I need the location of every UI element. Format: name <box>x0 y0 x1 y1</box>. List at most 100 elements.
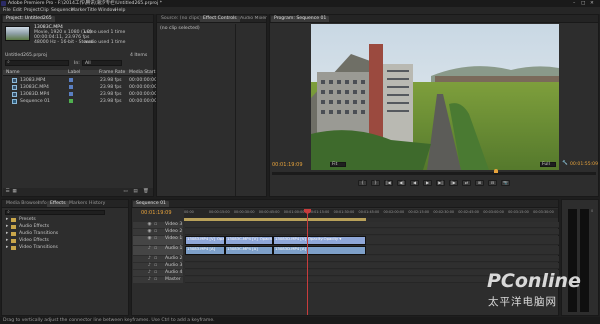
in-select[interactable]: All <box>82 60 122 66</box>
list-view-icon[interactable]: ☰ <box>5 189 10 194</box>
project-item-row[interactable]: 13083C.MP4 23.98 fps 00:00:00:00 <box>3 84 157 91</box>
video-clip[interactable]: 13083C.MP4 [V]Opacity:Opacity ▾ <box>225 236 273 245</box>
effects-folder[interactable]: ▸ Presets <box>6 216 124 223</box>
col-label[interactable]: Label <box>68 70 80 76</box>
new-bin-icon[interactable]: ▭ <box>123 189 128 194</box>
opacity-menu[interactable]: Opacity:Opacity ▾ <box>308 237 341 241</box>
go-to-end-button[interactable]: |▶ <box>449 180 458 186</box>
track-lane[interactable] <box>185 263 559 269</box>
expand-triangle-icon[interactable]: ▸ <box>6 230 8 237</box>
menu-window[interactable]: Window <box>98 7 116 14</box>
go-to-in-button[interactable]: |◀ <box>384 180 393 186</box>
expand-triangle-icon[interactable]: ▸ <box>6 244 8 251</box>
effects-folder[interactable]: ▸ Audio Transitions <box>6 230 124 237</box>
speaker-icon[interactable]: ♪ <box>147 246 152 251</box>
opacity-menu[interactable]: Opacity:Opacity ▾ <box>260 237 272 241</box>
lock-icon[interactable]: ▫ <box>153 263 158 268</box>
minimize-button[interactable]: – <box>573 0 575 7</box>
menu-file[interactable]: File <box>3 7 11 14</box>
speaker-icon[interactable]: ♪ <box>147 277 152 282</box>
audio-clip[interactable]: 13083C.MP4 [A] <box>225 246 273 255</box>
mark-out-button[interactable]: } <box>371 180 380 186</box>
effects-folder[interactable]: ▸ Video Transitions <box>6 244 124 251</box>
camera-button[interactable]: 📷 <box>501 180 510 186</box>
speaker-icon[interactable]: ♪ <box>147 256 152 261</box>
speaker-icon[interactable]: ♪ <box>147 263 152 268</box>
icon-view-icon[interactable]: ▦ <box>12 189 17 194</box>
col-frame-rate[interactable]: Frame Rate <box>99 70 125 76</box>
time-ruler[interactable]: 00:00 00:00:15:00 00:00:30:00 00:00:45:00 00… <box>184 209 558 218</box>
loop-button[interactable]: ⇄ <box>462 180 471 186</box>
track-header[interactable]: ♪ ▫ Audio 4 <box>133 270 183 276</box>
track-lane[interactable] <box>185 229 559 235</box>
tab-project[interactable]: Project: Untitled265 <box>3 16 55 22</box>
work-area-bar[interactable] <box>184 218 366 221</box>
eye-icon[interactable]: ◉ <box>147 222 152 227</box>
export-frame-button[interactable]: ⊟ <box>488 180 497 186</box>
trash-icon[interactable]: 🗑 <box>143 189 149 194</box>
audio-clip[interactable]: 13083.MP4 [A] <box>185 246 225 255</box>
timeline-playhead-line[interactable] <box>307 209 308 315</box>
track-header[interactable]: ♪ ▫ Audio 2 <box>133 256 183 262</box>
search-field[interactable]: ⌕ <box>5 60 69 66</box>
menu-help[interactable]: Help <box>115 7 125 14</box>
tab-effect-controls[interactable]: Effect Controls <box>200 16 240 22</box>
expand-triangle-icon[interactable]: ▸ <box>6 216 8 223</box>
track-lane[interactable] <box>185 256 559 262</box>
track-header[interactable]: ◉ ▫ Video 1 <box>133 236 183 245</box>
lock-icon[interactable]: ▫ <box>153 222 158 227</box>
project-item-row[interactable]: Sequence 01 23.98 fps 00:00:00:00 <box>3 98 157 105</box>
project-item-row[interactable]: 13083.MP4 23.98 fps 00:00:00:00 <box>3 77 157 84</box>
track-header[interactable]: ♪ ▫ Audio 3 <box>133 263 183 269</box>
col-media-start[interactable]: Media Start <box>129 70 155 76</box>
lock-icon[interactable]: ▫ <box>153 246 158 251</box>
track-header[interactable]: ♪ ▫ Audio 1 <box>133 246 183 255</box>
go-to-out-button[interactable]: ◀| <box>397 180 406 186</box>
effects-search[interactable]: ⌕ <box>5 210 105 215</box>
track-lane[interactable]: 13083.MP4 [V]Opacity:Opacity ▾13083C.MP4… <box>185 236 559 245</box>
close-button[interactable]: ✕ <box>590 0 594 7</box>
lock-icon[interactable]: ▫ <box>153 229 158 234</box>
speaker-icon[interactable]: ♪ <box>147 270 152 275</box>
fit-select[interactable]: Fit <box>330 162 346 167</box>
tab-audio-mixer[interactable]: Audio Mixer: Seq <box>237 16 267 22</box>
step-back-button[interactable]: ◀ <box>410 180 419 186</box>
quality-select[interactable]: Full <box>540 162 556 167</box>
tab-history[interactable]: History <box>86 201 108 207</box>
tab-sequence[interactable]: Sequence 01 <box>133 201 169 207</box>
video-clip[interactable]: 13083D.MP4 [V] Opacity:Opacity ▾ <box>273 236 366 245</box>
mark-in-button[interactable]: { <box>358 180 367 186</box>
program-timecode[interactable]: 00:01:19:09 <box>272 162 303 168</box>
video-clip[interactable]: 13083.MP4 [V]Opacity:Opacity ▾ <box>185 236 225 245</box>
expand-triangle-icon[interactable]: ▸ <box>6 237 8 244</box>
timeline-timecode[interactable]: 00:01:19:09 <box>141 210 172 216</box>
track-header[interactable]: ◉ ▫ Video 2 <box>133 229 183 235</box>
audio-clip[interactable]: 13083D.MP4 [A] <box>273 246 366 255</box>
eye-icon[interactable]: ◉ <box>147 236 152 241</box>
project-item-row[interactable]: 13083D.MP4 23.98 fps 00:00:00:00 <box>3 91 157 98</box>
menu-project[interactable]: Project <box>24 7 40 14</box>
menu-clip[interactable]: Clip <box>40 7 49 14</box>
wrench-icon[interactable]: 🔧 <box>562 161 568 166</box>
effects-folder[interactable]: ▸ Audio Effects <box>6 223 124 230</box>
play-button[interactable]: ▶ <box>423 180 432 186</box>
menu-marker[interactable]: Marker <box>71 7 87 14</box>
track-lane[interactable]: 13083.MP4 [A] 13083C.MP4 [A] 13083D.MP4 [A… <box>185 246 559 255</box>
col-name[interactable]: Name <box>6 70 20 76</box>
new-item-icon[interactable]: ▤ <box>133 189 138 194</box>
menu-title[interactable]: Title <box>87 7 97 14</box>
program-playhead[interactable] <box>493 169 498 173</box>
lock-icon[interactable]: ▫ <box>153 236 158 241</box>
expand-triangle-icon[interactable]: ▸ <box>6 223 8 230</box>
track-header[interactable]: ◉ ▫ Video 3 <box>133 222 183 228</box>
opacity-menu[interactable]: Opacity:Opacity ▾ <box>217 237 224 241</box>
track-lane[interactable] <box>185 222 559 228</box>
eye-icon[interactable]: ◉ <box>147 229 152 234</box>
safe-margins-button[interactable]: ⊞ <box>475 180 484 186</box>
step-forward-button[interactable]: ▶| <box>436 180 445 186</box>
menu-edit[interactable]: Edit <box>13 7 22 14</box>
maximize-button[interactable]: □ <box>581 0 585 7</box>
program-scrubber[interactable] <box>272 172 596 175</box>
lock-icon[interactable]: ▫ <box>153 256 158 261</box>
effects-folder[interactable]: ▸ Video Effects <box>6 237 124 244</box>
